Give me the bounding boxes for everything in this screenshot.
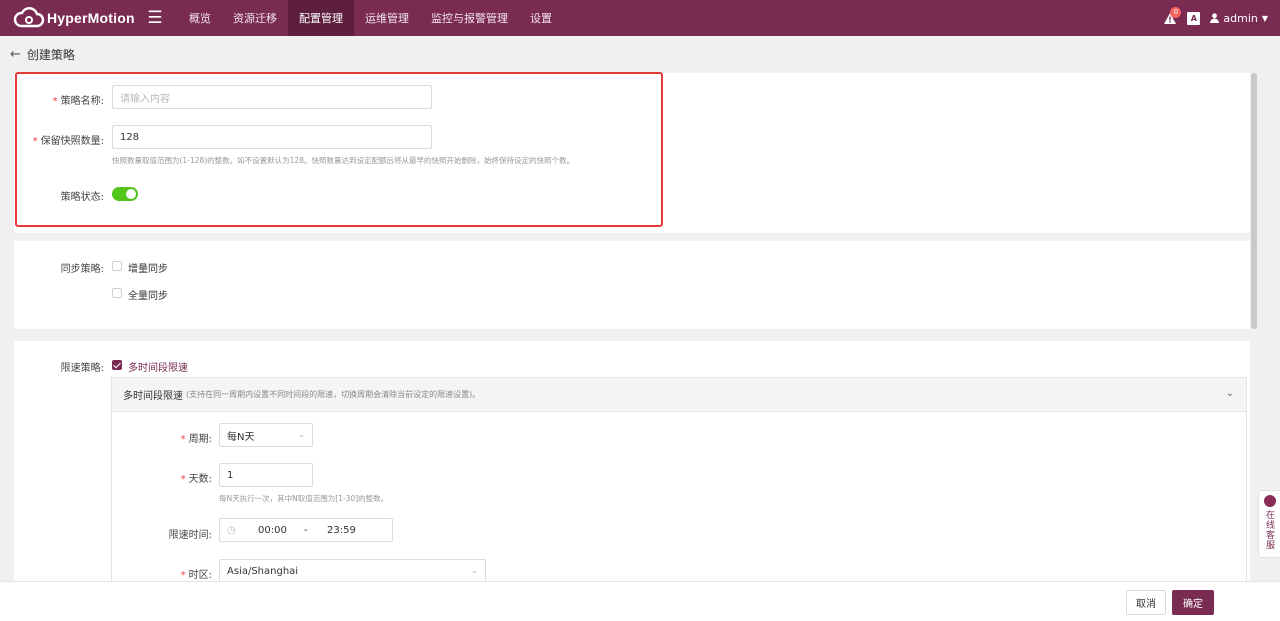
back-arrow-icon[interactable]: ← bbox=[10, 47, 21, 62]
nav-item-overview[interactable]: 概览 bbox=[178, 0, 222, 36]
policy-status-toggle[interactable] bbox=[112, 187, 138, 201]
app-name: HyperMotion bbox=[47, 10, 135, 26]
snapshot-count-input[interactable]: 128 bbox=[112, 125, 432, 149]
nav-item-ops[interactable]: 运维管理 bbox=[354, 0, 420, 36]
scrollbar-thumb[interactable] bbox=[1251, 73, 1257, 329]
panel-title: 多时间段限速 bbox=[123, 391, 183, 402]
top-navbar: HyperMotion ☰ 概览 资源迁移 配置管理 运维管理 监控与报警管理 … bbox=[0, 0, 1280, 36]
confirm-button[interactable]: 确定 bbox=[1172, 590, 1214, 615]
user-icon bbox=[1210, 13, 1220, 23]
timezone-label: * 时区: bbox=[180, 570, 212, 581]
alert-count-badge: 0 bbox=[1170, 7, 1182, 18]
panel-header[interactable]: 多时间段限速 (支持在同一周期内设置不同时间段的限速，切换周期会清除当前设定的限… bbox=[112, 378, 1246, 412]
limit-time-end[interactable]: 23:59 bbox=[327, 525, 356, 536]
policy-status-label: 策略状态: bbox=[60, 192, 104, 203]
nav-item-config[interactable]: 配置管理 bbox=[288, 0, 354, 36]
page-header: ← 创建策略 bbox=[10, 46, 75, 63]
policy-name-label: * 策略名称: bbox=[52, 96, 104, 107]
page-title: 创建策略 bbox=[26, 48, 75, 62]
chevron-down-icon: ⌄ bbox=[471, 566, 478, 575]
period-label: * 周期: bbox=[180, 434, 212, 445]
full-sync-checkbox[interactable] bbox=[112, 288, 122, 298]
timezone-select[interactable]: Asia/Shanghai ⌄ bbox=[219, 559, 486, 583]
cancel-button[interactable]: 取消 bbox=[1126, 590, 1166, 615]
days-label: * 天数: bbox=[180, 474, 212, 485]
app-logo[interactable]: HyperMotion bbox=[0, 0, 140, 36]
sync-policy-card bbox=[14, 241, 1250, 329]
chevron-down-icon: ⌄ bbox=[298, 430, 305, 439]
incremental-sync-label[interactable]: 增量同步 bbox=[128, 260, 168, 275]
rate-limit-label: 限速策略: bbox=[60, 363, 104, 374]
panel-subtitle: (支持在同一周期内设置不同时间段的限速，切换周期会清除当前设定的限速设置)。 bbox=[186, 390, 481, 399]
multi-period-limit-checkbox[interactable] bbox=[112, 360, 122, 370]
period-select[interactable]: 每N天 ⌄ bbox=[219, 423, 313, 447]
snapshot-hint: 快照数量取值范围为(1-128)的整数。如不设置默认为128。快照数量达到设定配… bbox=[112, 156, 574, 165]
alert-button[interactable]: 0 bbox=[1159, 0, 1182, 36]
incremental-sync-checkbox[interactable] bbox=[112, 261, 122, 271]
limit-time-label: 限速时间: bbox=[168, 530, 212, 541]
snapshot-count-label: * 保留快照数量: bbox=[32, 136, 104, 147]
username: admin bbox=[1223, 11, 1258, 25]
days-input[interactable]: 1 bbox=[219, 463, 313, 487]
clock-icon: ◷ bbox=[227, 524, 236, 536]
sync-policy-label: 同步策略: bbox=[60, 264, 104, 275]
limit-time-start[interactable]: 00:00 bbox=[258, 525, 287, 536]
headset-icon bbox=[1263, 495, 1276, 507]
online-service-label: 在线客服 bbox=[1264, 510, 1274, 550]
days-hint: 每N天执行一次，其中N取值范围为[1-30]的整数。 bbox=[219, 494, 389, 503]
period-value: 每N天 bbox=[227, 431, 255, 443]
policy-name-input[interactable]: 请输入内容 bbox=[112, 85, 432, 109]
multi-period-limit-label[interactable]: 多时间段限速 bbox=[128, 359, 188, 374]
nav-item-settings[interactable]: 设置 bbox=[519, 0, 563, 36]
footer-bar: 取消 确定 bbox=[0, 581, 1280, 621]
vertical-scrollbar[interactable] bbox=[1250, 73, 1258, 581]
menu-toggle-icon[interactable]: ☰ bbox=[140, 0, 170, 36]
nav-item-migration[interactable]: 资源迁移 bbox=[222, 0, 288, 36]
chevron-down-icon: ▼ bbox=[1261, 13, 1268, 23]
cloud-logo-icon bbox=[13, 7, 45, 28]
chevron-down-icon[interactable]: ⌄ bbox=[1226, 388, 1234, 399]
limit-time-range-picker[interactable]: ◷ 00:00 - 23:59 bbox=[219, 518, 393, 542]
limit-time-separator: - bbox=[304, 524, 308, 536]
nav-item-monitoring[interactable]: 监控与报警管理 bbox=[420, 0, 519, 36]
online-service-widget[interactable]: 在线客服 bbox=[1258, 490, 1280, 558]
full-sync-label[interactable]: 全量同步 bbox=[128, 287, 168, 302]
language-icon[interactable]: A bbox=[1187, 11, 1201, 25]
user-menu[interactable]: admin ▼ bbox=[1210, 12, 1268, 25]
timezone-value: Asia/Shanghai bbox=[227, 565, 299, 577]
